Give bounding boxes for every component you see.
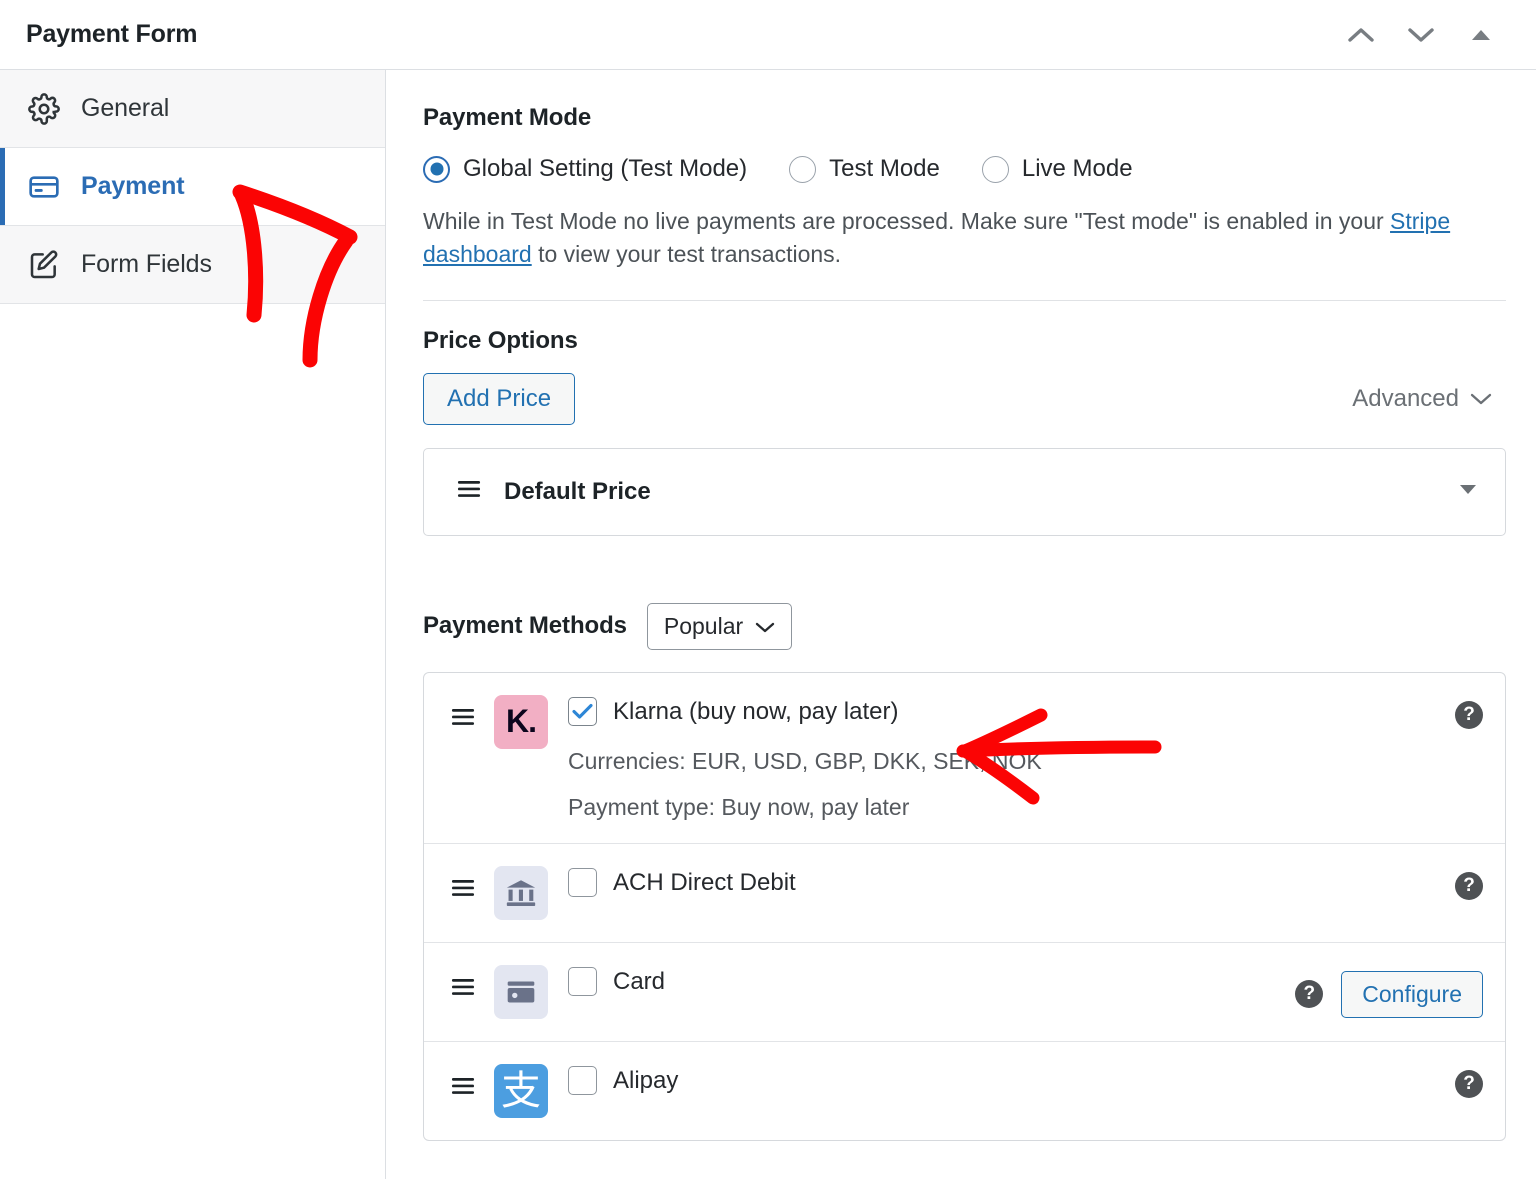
help-icon[interactable]: ?: [1455, 1069, 1483, 1098]
help-icon[interactable]: ?: [1455, 871, 1483, 900]
table-row[interactable]: Card ? Configure: [424, 943, 1505, 1042]
credit-card-icon: [27, 170, 61, 204]
price-card-default[interactable]: Default Price: [423, 447, 1506, 536]
method-label: Alipay: [613, 1066, 679, 1094]
method-label: ACH Direct Debit: [613, 868, 796, 896]
method-body: Klarna (buy now, pay later) Currencies: …: [568, 695, 1455, 821]
alipay-icon: 支: [494, 1063, 548, 1118]
chevron-down-icon: [755, 613, 775, 640]
bank-icon: [494, 865, 548, 920]
payment-mode-title: Payment Mode: [423, 104, 592, 131]
credit-card-icon: [494, 964, 548, 1019]
drag-handle-icon[interactable]: [450, 878, 478, 903]
checkbox-ach-direct-debit[interactable]: [568, 868, 597, 898]
payment-methods-header: Payment Methods Popular: [423, 602, 1506, 650]
sidebar-item-payment[interactable]: Payment: [0, 148, 385, 226]
table-row[interactable]: 支 Alipay ?: [424, 1042, 1505, 1140]
gear-icon: [27, 92, 61, 126]
table-row[interactable]: K. Klarna (buy now, pay later) Currencie…: [424, 673, 1505, 844]
drag-handle-icon[interactable]: [450, 977, 478, 1002]
advanced-toggle[interactable]: Advanced: [1352, 385, 1506, 413]
radio-live-mode[interactable]: [981, 155, 1009, 183]
advanced-toggle-label: Advanced: [1352, 384, 1459, 412]
table-row[interactable]: ACH Direct Debit ?: [424, 844, 1505, 943]
method-actions: ?: [1455, 695, 1483, 729]
method-actions: ?: [1455, 1064, 1483, 1098]
alipay-icon-text: 支: [501, 1067, 541, 1114]
section-divider: [423, 299, 1506, 301]
checkbox-klarna[interactable]: [568, 697, 597, 727]
method-label: Klarna (buy now, pay later): [613, 697, 899, 725]
caret-down-icon[interactable]: [1457, 482, 1479, 501]
radio-option-test-mode[interactable]: Test Mode: [789, 155, 940, 183]
chevron-down-icon: [1470, 385, 1492, 413]
method-actions: ? Configure: [1295, 965, 1483, 1018]
payment-settings-content: Payment Mode Global Setting (Test Mode) …: [387, 70, 1536, 1179]
sidebar-item-general[interactable]: General: [0, 70, 385, 148]
method-main: Alipay: [568, 1064, 1455, 1098]
radio-option-live-mode[interactable]: Live Mode: [981, 155, 1133, 183]
drag-handle-icon[interactable]: [450, 707, 478, 732]
radio-option-global-setting[interactable]: Global Setting (Test Mode): [423, 155, 747, 183]
add-price-button[interactable]: Add Price: [423, 372, 576, 425]
payment-form-panel: Payment Form General Payment Form Fields…: [0, 0, 1536, 1179]
klarna-icon-text: K.: [506, 703, 537, 740]
radio-global-setting[interactable]: [423, 155, 450, 183]
move-down-icon[interactable]: [1404, 18, 1438, 52]
payment-methods-list: K. Klarna (buy now, pay later) Currencie…: [423, 671, 1506, 1141]
method-main: Card: [568, 965, 1295, 999]
payment-mode-description: While in Test Mode no live payments are …: [423, 205, 1483, 272]
configure-button[interactable]: Configure: [1341, 970, 1483, 1018]
radio-label: Live Mode: [1021, 155, 1133, 182]
checkbox-card[interactable]: [568, 967, 597, 997]
method-label: Card: [613, 967, 666, 995]
price-options-section: Price Options Add Price Advanced Default…: [423, 327, 1506, 536]
radio-test-mode[interactable]: [789, 155, 817, 183]
page-title: Payment Form: [26, 20, 198, 48]
price-card-label: Default Price: [504, 477, 651, 505]
payment-methods-title: Payment Methods: [423, 612, 627, 640]
sidebar-item-label: Payment: [81, 172, 185, 200]
help-icon[interactable]: ?: [1455, 700, 1483, 729]
description-part-1: While in Test Mode no live payments are …: [423, 208, 1391, 234]
collapse-icon[interactable]: [1464, 18, 1498, 52]
move-up-icon[interactable]: [1344, 18, 1378, 52]
radio-label: Test Mode: [829, 155, 940, 182]
drag-handle-icon[interactable]: [450, 1076, 478, 1101]
sidebar-item-label: Form Fields: [81, 250, 212, 278]
klarna-icon: K.: [494, 694, 548, 749]
radio-label: Global Setting (Test Mode): [463, 155, 748, 182]
description-part-2: to view your test transactions.: [531, 241, 842, 268]
method-body: Card: [568, 965, 1295, 999]
payment-methods-filter-select[interactable]: Popular: [646, 602, 793, 650]
drag-handle-icon[interactable]: [456, 479, 482, 504]
sidebar-item-label: General: [81, 94, 170, 122]
filter-select-value: Popular: [663, 612, 744, 639]
method-payment-type: Payment type: Buy now, pay later: [568, 793, 910, 820]
settings-sidebar: General Payment Form Fields: [0, 70, 386, 1179]
help-icon[interactable]: ?: [1295, 980, 1324, 1009]
price-options-toolbar: Add Price Advanced: [423, 372, 1506, 425]
method-body: Alipay: [568, 1064, 1455, 1098]
method-currencies: Currencies: EUR, USD, GBP, DKK, SEK, NOK: [568, 747, 1042, 774]
checkbox-alipay[interactable]: [568, 1066, 597, 1096]
payment-mode-radio-group: Global Setting (Test Mode) Test Mode Liv…: [423, 155, 1506, 183]
edit-square-icon: [27, 248, 61, 282]
method-body: ACH Direct Debit: [568, 866, 1455, 900]
method-actions: ?: [1455, 866, 1483, 900]
price-options-title: Price Options: [423, 326, 578, 354]
method-main: Klarna (buy now, pay later): [568, 695, 1455, 729]
sidebar-item-form-fields[interactable]: Form Fields: [0, 226, 385, 304]
header-controls: [1344, 18, 1510, 52]
panel-header: Payment Form: [0, 0, 1536, 70]
method-main: ACH Direct Debit: [568, 866, 1455, 900]
